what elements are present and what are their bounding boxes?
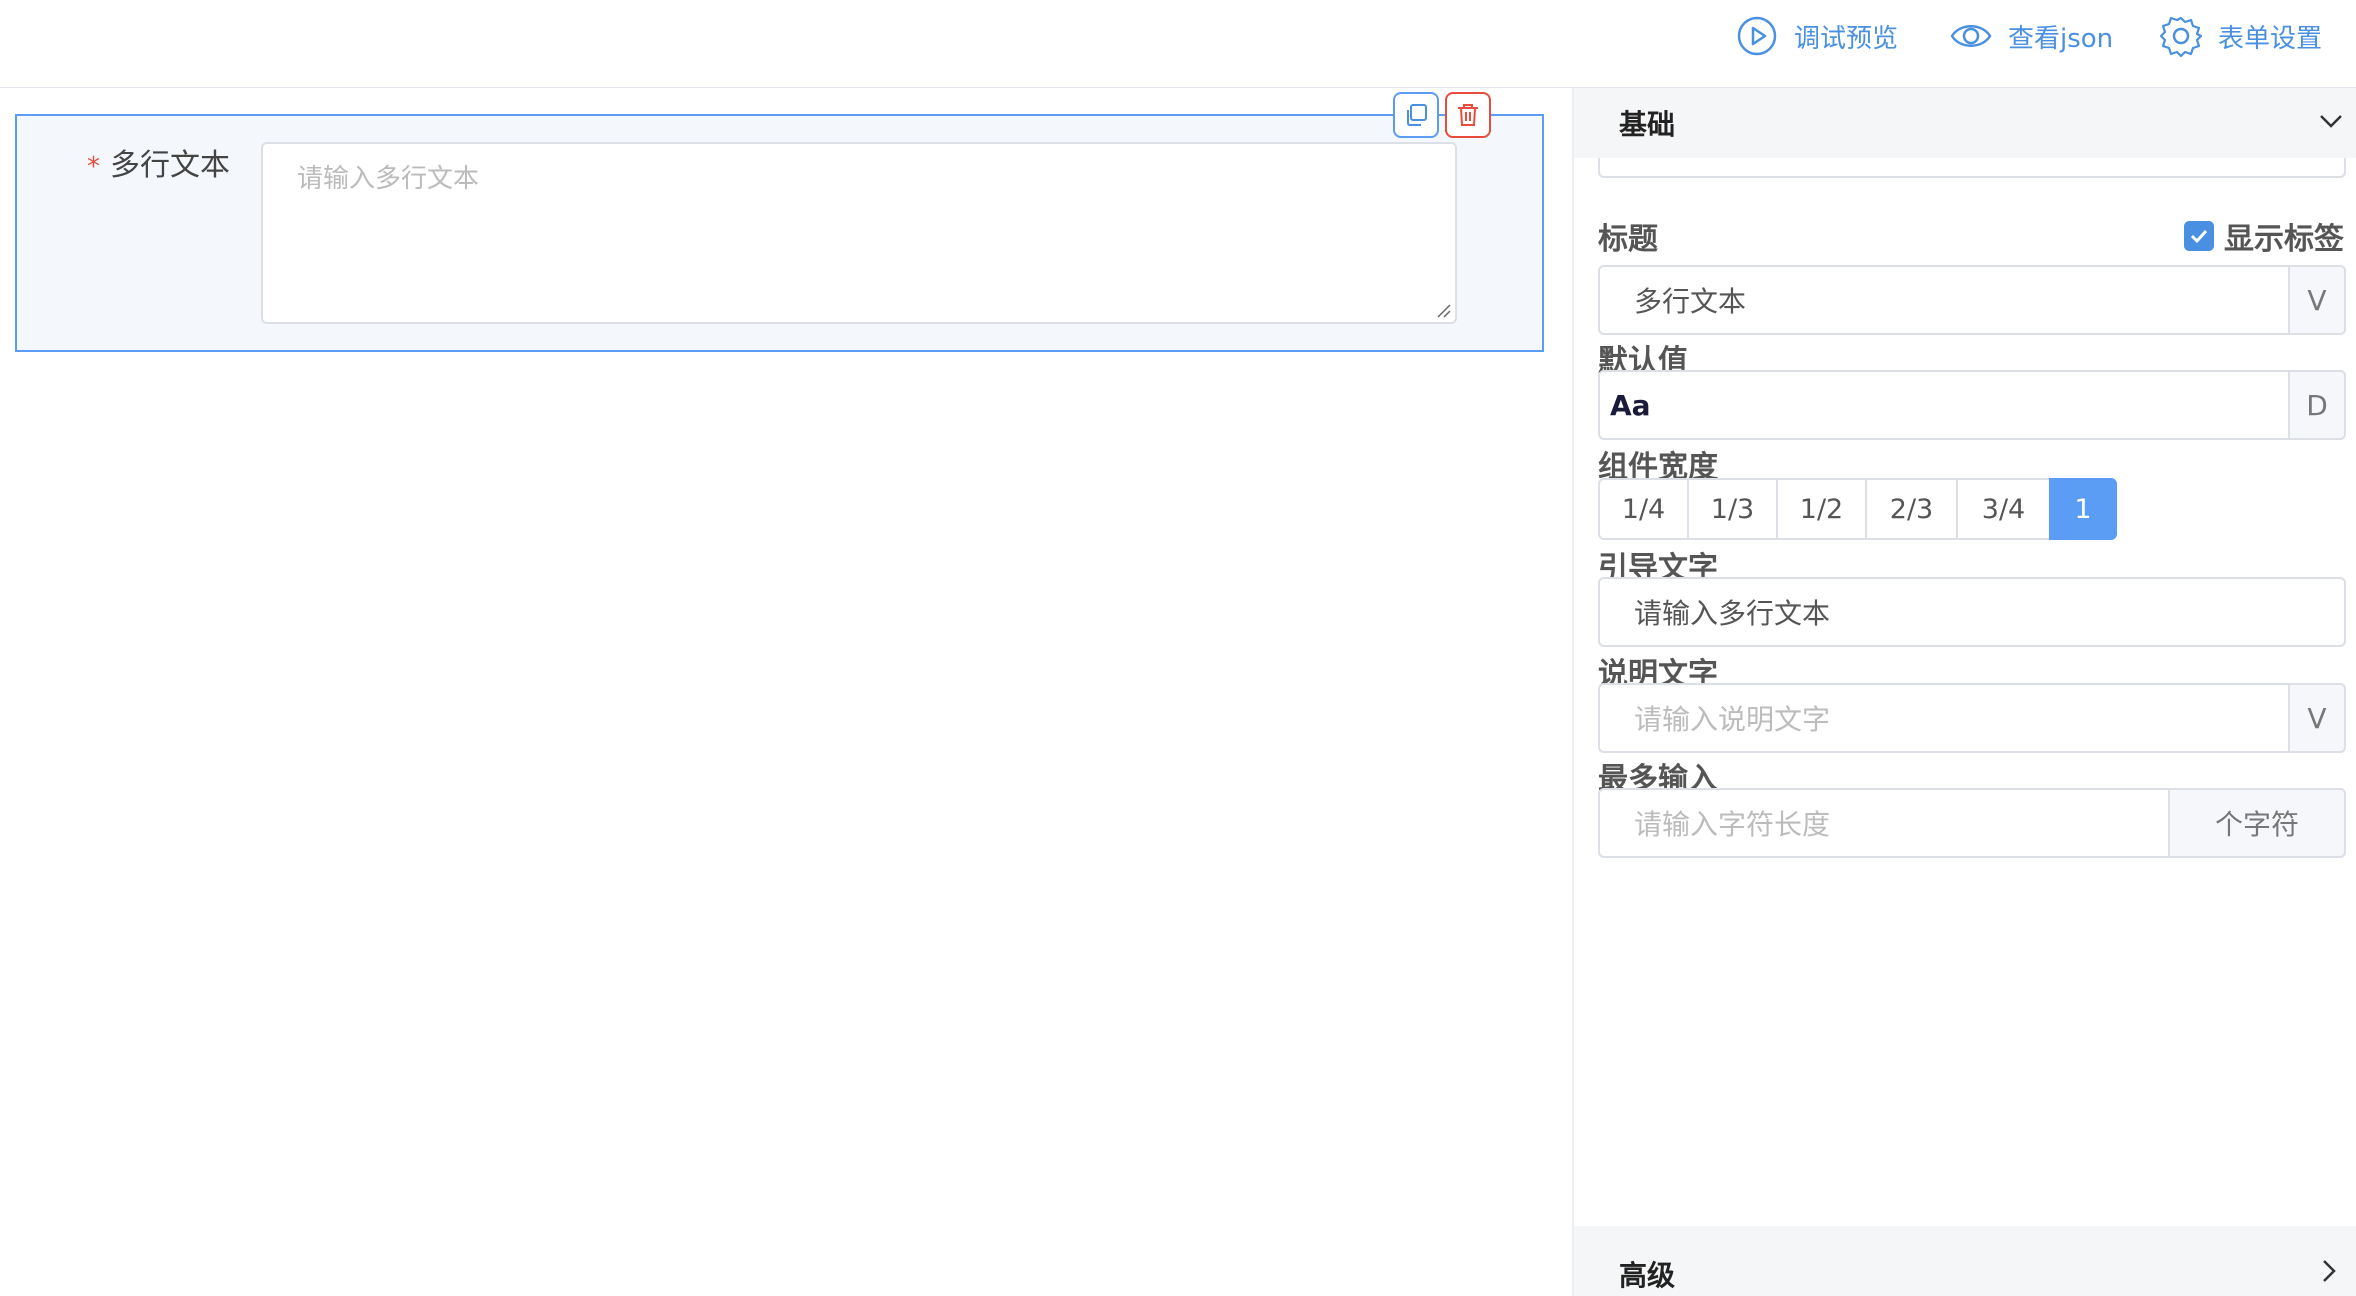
- clipped-input-edge: [1598, 158, 2346, 178]
- textarea-form-item[interactable]: * 多行文本 请输入多行文本: [15, 92, 1544, 352]
- textarea-placeholder: 请输入多行文本: [297, 164, 480, 194]
- max-length-placeholder: 请输入字符长度: [1634, 808, 1831, 841]
- eye-icon: [1950, 25, 1992, 47]
- width-option-selected[interactable]: 1: [2049, 478, 2117, 540]
- toolbar-header: 调试预览 查看json 表单设置: [0, 0, 2356, 88]
- form-settings-label: 表单设置: [2218, 23, 2323, 54]
- max-length-input[interactable]: 请输入字符长度 个字符: [1598, 788, 2346, 858]
- default-data-button[interactable]: D: [2288, 370, 2346, 440]
- form-settings-button[interactable]: 表单设置: [2160, 14, 2322, 58]
- width-option[interactable]: 1/3: [1687, 478, 1778, 540]
- debug-preview-button[interactable]: 调试预览: [1736, 14, 1898, 58]
- form-canvas: * 多行文本 请输入多行文本: [0, 88, 1572, 1296]
- debug-preview-label: 调试预览: [1794, 23, 1899, 54]
- copy-field-button[interactable]: [1393, 92, 1439, 138]
- show-label-checkbox[interactable]: 显示标签: [2184, 214, 2344, 258]
- width-option[interactable]: 1/4: [1598, 478, 1689, 540]
- resize-handle-icon[interactable]: [1435, 302, 1451, 318]
- width-option[interactable]: 3/4: [1956, 478, 2051, 540]
- width-segmented-control: 1/4 1/3 1/2 2/3 3/4 1: [1598, 478, 2117, 540]
- multiline-textarea[interactable]: 请输入多行文本: [261, 142, 1457, 324]
- guide-text-value: 请输入多行文本: [1634, 597, 1831, 630]
- width-option[interactable]: 1/2: [1776, 478, 1867, 540]
- trash-icon: [1458, 104, 1478, 126]
- properties-panel: 基础 标题 显示标签 多行文本 V 默认值 Aa D 组件宽度 1/4 1/3 …: [1572, 88, 2356, 1296]
- default-value-text: Aa: [1610, 388, 1651, 422]
- default-data-label: D: [2306, 388, 2328, 422]
- title-input-value: 多行文本: [1634, 285, 1747, 318]
- checkbox-checked-icon: [2184, 221, 2214, 251]
- play-circle-icon: [1737, 16, 1777, 56]
- delete-field-button[interactable]: [1445, 92, 1491, 138]
- description-input[interactable]: 请输入说明文字 V: [1598, 683, 2346, 753]
- view-json-label: 查看json: [2008, 23, 2114, 54]
- show-label-text: 显示标签: [2224, 222, 2344, 257]
- chevron-down-icon: [2320, 115, 2342, 128]
- title-input[interactable]: 多行文本 V: [1598, 265, 2346, 335]
- advanced-section-title: 高级: [1619, 1259, 1676, 1292]
- field-label: * 多行文本: [87, 140, 230, 184]
- max-length-unit-label: 个字符: [2214, 808, 2299, 841]
- max-length-unit: 个字符: [2168, 788, 2346, 858]
- description-placeholder: 请输入说明文字: [1634, 703, 1831, 736]
- description-variable-label: V: [2307, 701, 2327, 735]
- title-variable-label: V: [2307, 283, 2327, 317]
- gear-icon: [2160, 16, 2202, 57]
- view-json-button[interactable]: 查看json: [1950, 14, 2113, 58]
- default-value-input[interactable]: Aa D: [1598, 370, 2346, 440]
- title-variable-button[interactable]: V: [2288, 265, 2346, 335]
- description-variable-button[interactable]: V: [2288, 683, 2346, 753]
- title-prop-label: 标题: [1598, 222, 1658, 257]
- width-option[interactable]: 2/3: [1865, 478, 1958, 540]
- advanced-section-header[interactable]: 高级: [1574, 1246, 2356, 1296]
- copy-icon: [1407, 104, 1427, 126]
- guide-text-input[interactable]: 请输入多行文本: [1598, 577, 2346, 647]
- required-mark: *: [87, 152, 100, 182]
- chevron-right-icon: [2323, 1260, 2336, 1282]
- basic-section-title: 基础: [1619, 108, 1676, 141]
- basic-section-header[interactable]: 基础: [1574, 88, 2356, 158]
- field-label-text: 多行文本: [110, 148, 230, 183]
